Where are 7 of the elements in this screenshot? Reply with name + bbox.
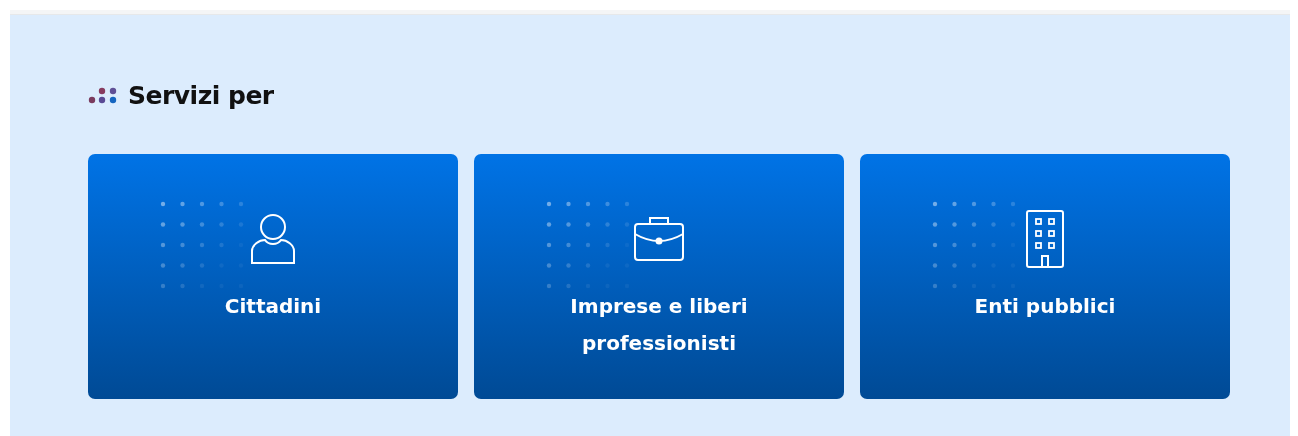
service-card[interactable]: Imprese e liberi professionisti — [474, 154, 844, 399]
briefcase-icon — [633, 216, 685, 262]
building-icon — [1026, 210, 1064, 268]
section-title: Servizi per — [128, 81, 274, 110]
service-card[interactable]: Enti pubblici — [860, 154, 1230, 399]
person-icon — [250, 213, 296, 265]
service-card[interactable]: Cittadini — [88, 154, 458, 399]
